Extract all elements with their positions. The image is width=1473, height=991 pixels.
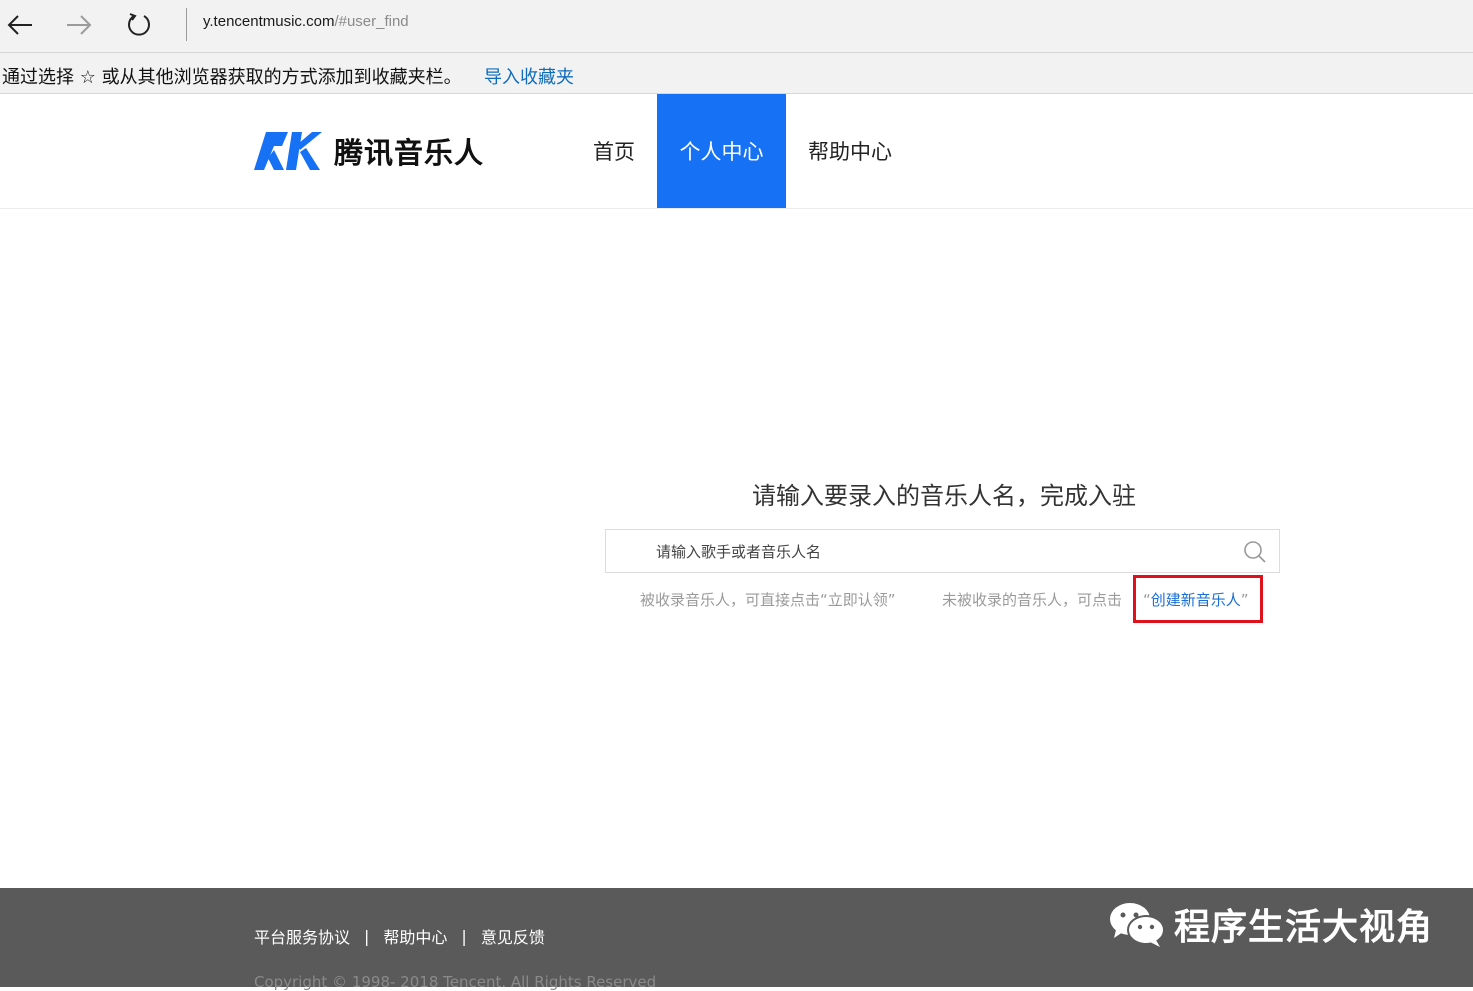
footer-link-service-agreement[interactable]: 平台服务协议 [254, 924, 350, 948]
create-hint: 未被收录的音乐人，可点击 [942, 591, 1123, 609]
create-link-label: 创建新音乐人 [1150, 591, 1241, 609]
browser-address-bar: y.tencentmusic.com/#user_find [0, 0, 1473, 53]
refresh-icon [128, 13, 150, 36]
arrow-left-icon [7, 15, 32, 35]
site-logo[interactable]: 腾讯音乐人 [252, 128, 484, 174]
page-title: 请输入要录入的音乐人名，完成入驻 [752, 482, 1136, 510]
favorites-bar-message: 通过选择 ☆ 或从其他浏览器获取的方式添加到收藏夹栏。 [2, 67, 462, 88]
footer-links: 平台服务协议 | 帮助中心 | 意见反馈 [254, 924, 545, 948]
footer-link-feedback[interactable]: 意见反馈 [481, 924, 545, 948]
site-footer: 平台服务协议 | 帮助中心 | 意见反馈 Copyright © 1998- 2… [0, 888, 1473, 991]
nav-help-center[interactable]: 帮助中心 [800, 94, 900, 208]
musician-search-input[interactable] [654, 530, 1218, 574]
search-icon[interactable] [1243, 540, 1267, 564]
import-favorites-link[interactable]: 导入收藏夹 [484, 63, 574, 89]
tme-logo-icon [254, 132, 322, 170]
close-quote: ” [1240, 591, 1249, 609]
url-path: /#user_find [334, 13, 409, 30]
favorites-bar: 通过选择 ☆ 或从其他浏览器获取的方式添加到收藏夹栏。 导入收藏夹 [0, 53, 1473, 94]
wechat-icon [1110, 903, 1165, 947]
footer-link-help-center[interactable]: 帮助中心 [383, 924, 447, 948]
watermark-text: 程序生活大视角 [1174, 907, 1434, 948]
footer-separator: | [461, 926, 467, 946]
forward-button[interactable] [61, 8, 97, 42]
search-box [605, 529, 1280, 574]
back-button[interactable] [2, 8, 38, 42]
open-quote: “ [1143, 591, 1151, 609]
footer-separator: | [364, 926, 370, 946]
url-divider [186, 8, 187, 41]
arrow-right-icon [67, 15, 92, 35]
nav-personal-center[interactable]: 个人中心 [657, 94, 786, 208]
copyright: Copyright © 1998- 2018 Tencent. All Righ… [254, 973, 657, 991]
create-new-musician-link[interactable]: “创建新音乐人” [1143, 589, 1249, 610]
site-header: 腾讯音乐人 首页 个人中心 帮助中心 [0, 94, 1473, 209]
watermark: 程序生活大视角 [1108, 898, 1433, 950]
refresh-button[interactable] [121, 8, 157, 42]
logo-text: 腾讯音乐人 [334, 136, 485, 170]
nav-home[interactable]: 首页 [578, 94, 650, 208]
address-field[interactable]: y.tencentmusic.com/#user_find [203, 13, 409, 30]
url-host: y.tencentmusic.com [203, 13, 335, 30]
claim-hint: 被收录音乐人，可直接点击“立即认领” [640, 591, 896, 609]
